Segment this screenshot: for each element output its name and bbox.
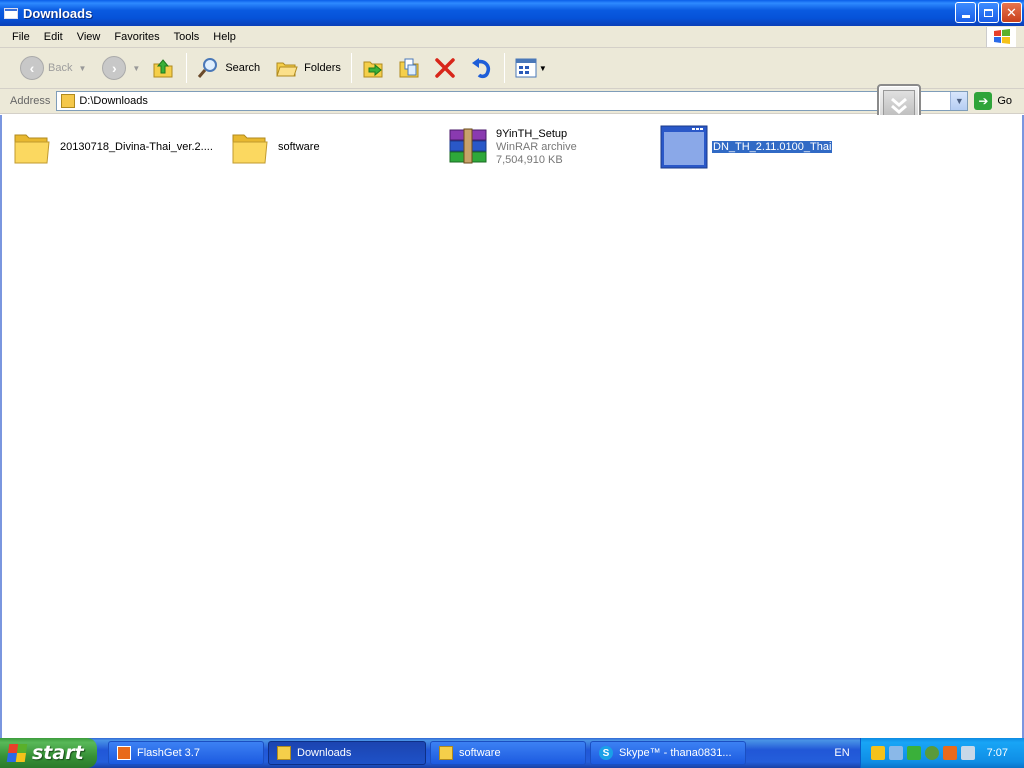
folder-icon bbox=[8, 123, 56, 171]
taskbar-item-skype[interactable]: S Skype™ - thana0831... bbox=[590, 741, 746, 765]
undo-arrow-icon bbox=[468, 55, 494, 81]
file-item[interactable]: 20130718_Divina-Thai_ver.2.... bbox=[8, 123, 213, 171]
title-bar[interactable]: Downloads ✕ bbox=[0, 0, 1024, 26]
folders-label: Folders bbox=[304, 62, 341, 74]
minimize-button[interactable] bbox=[955, 2, 976, 23]
go-arrow-icon: ➔ bbox=[974, 92, 993, 110]
menu-help[interactable]: Help bbox=[213, 31, 236, 43]
address-label: Address bbox=[10, 95, 51, 107]
flashget-icon bbox=[117, 746, 131, 760]
maximize-button[interactable] bbox=[978, 2, 999, 23]
copy-to-button[interactable] bbox=[392, 52, 426, 84]
file-name: 20130718_Divina-Thai_ver.2.... bbox=[60, 140, 213, 153]
close-button[interactable]: ✕ bbox=[1001, 2, 1022, 23]
address-bar: Address D:\Downloads ▼ ➔ Go bbox=[0, 89, 1024, 114]
application-window-icon bbox=[660, 123, 708, 171]
task-label: software bbox=[459, 747, 501, 759]
menu-tools[interactable]: Tools bbox=[174, 31, 200, 43]
address-dropdown-icon[interactable]: ▼ bbox=[950, 92, 968, 110]
explorer-folder-icon bbox=[277, 746, 291, 760]
window-icon[interactable] bbox=[4, 7, 18, 19]
menu-file[interactable]: File bbox=[12, 31, 30, 43]
up-folder-button[interactable] bbox=[146, 52, 180, 84]
file-item[interactable]: software bbox=[226, 123, 320, 171]
menu-bar: File Edit View Favorites Tools Help bbox=[0, 26, 1024, 48]
taskbar: start FlashGet 3.7 Downloads software S … bbox=[0, 738, 1024, 768]
clock[interactable]: 7:07 bbox=[987, 747, 1008, 759]
file-list[interactable]: 20130718_Divina-Thai_ver.2.... software … bbox=[0, 115, 1024, 738]
views-grid-icon bbox=[513, 55, 539, 81]
up-folder-icon bbox=[150, 55, 176, 81]
windows-logo-icon bbox=[986, 27, 1016, 47]
toolbar: ‹ Back ▼ › ▼ Search Folders ▼ bbox=[0, 48, 1024, 89]
file-item[interactable]: DN_TH_2.11.0100_Thai bbox=[660, 123, 833, 171]
toolbar-separator bbox=[186, 53, 188, 83]
file-name: 9YinTH_Setup bbox=[496, 127, 568, 140]
address-value: D:\Downloads bbox=[79, 95, 148, 107]
network-icon[interactable] bbox=[889, 746, 903, 760]
task-label: FlashGet 3.7 bbox=[137, 747, 200, 759]
search-button[interactable]: Search bbox=[191, 52, 264, 84]
folder-icon bbox=[439, 746, 453, 760]
toolbar-separator bbox=[503, 53, 505, 83]
file-name: software bbox=[278, 140, 320, 153]
file-type: WinRAR archive bbox=[496, 140, 577, 153]
search-label: Search bbox=[225, 62, 261, 74]
address-input[interactable]: D:\Downloads ▼ bbox=[56, 91, 969, 111]
app-tray-icon[interactable] bbox=[961, 746, 975, 760]
close-icon: ✕ bbox=[1006, 4, 1017, 20]
file-size: 7,504,910 KB bbox=[496, 153, 563, 166]
back-dropdown-icon[interactable]: ▼ bbox=[78, 64, 86, 73]
security-shield-icon[interactable] bbox=[871, 746, 885, 760]
search-icon bbox=[195, 55, 221, 81]
taskbar-item-software[interactable]: software bbox=[430, 741, 586, 765]
taskbar-item-downloads[interactable]: Downloads bbox=[268, 741, 426, 765]
back-label: Back bbox=[48, 62, 73, 74]
start-label: start bbox=[32, 742, 84, 764]
windows-flag-icon bbox=[6, 744, 28, 762]
move-to-button[interactable] bbox=[356, 52, 390, 84]
back-arrow-icon: ‹ bbox=[20, 56, 44, 80]
menu-edit[interactable]: Edit bbox=[44, 31, 63, 43]
taskbar-item-flashget[interactable]: FlashGet 3.7 bbox=[108, 741, 264, 765]
copy-to-folder-icon bbox=[396, 55, 422, 81]
move-to-folder-icon bbox=[360, 55, 386, 81]
menu-favorites[interactable]: Favorites bbox=[114, 31, 159, 43]
forward-button[interactable]: › ▼ bbox=[98, 52, 144, 84]
folder-icon bbox=[226, 123, 274, 171]
check-icon[interactable] bbox=[907, 746, 921, 760]
forward-dropdown-icon[interactable]: ▼ bbox=[132, 64, 140, 73]
views-button[interactable]: ▼ bbox=[509, 52, 551, 84]
task-label: Skype™ - thana0831... bbox=[619, 747, 732, 759]
forward-arrow-icon: › bbox=[102, 56, 127, 80]
undo-button[interactable] bbox=[464, 52, 498, 84]
back-button[interactable]: ‹ Back ▼ bbox=[16, 52, 90, 84]
go-button[interactable]: ➔ Go bbox=[974, 92, 1012, 110]
start-button[interactable]: start bbox=[0, 738, 97, 768]
flashget-tray-icon[interactable] bbox=[943, 746, 957, 760]
menu-view[interactable]: View bbox=[77, 31, 101, 43]
minimize-icon bbox=[961, 15, 970, 18]
folders-icon bbox=[274, 55, 300, 81]
delete-button[interactable] bbox=[428, 52, 462, 84]
restore-icon bbox=[984, 8, 993, 17]
file-item[interactable]: 9YinTH_Setup WinRAR archive 7,504,910 KB bbox=[444, 123, 577, 171]
folder-icon bbox=[61, 94, 76, 108]
delete-x-icon bbox=[432, 55, 458, 81]
toolbar-separator bbox=[350, 53, 352, 83]
views-dropdown-icon[interactable]: ▼ bbox=[539, 64, 547, 73]
language-indicator[interactable]: EN bbox=[827, 738, 857, 768]
folders-button[interactable]: Folders bbox=[270, 52, 345, 84]
system-tray: 7:07 bbox=[860, 738, 1024, 768]
go-label: Go bbox=[997, 95, 1013, 107]
file-name: DN_TH_2.11.0100_Thai bbox=[712, 140, 833, 153]
skype-icon: S bbox=[599, 746, 613, 760]
task-label: Downloads bbox=[297, 747, 352, 759]
globe-icon[interactable] bbox=[925, 746, 939, 760]
winrar-archive-icon bbox=[444, 123, 492, 171]
window-title: Downloads bbox=[23, 5, 93, 21]
